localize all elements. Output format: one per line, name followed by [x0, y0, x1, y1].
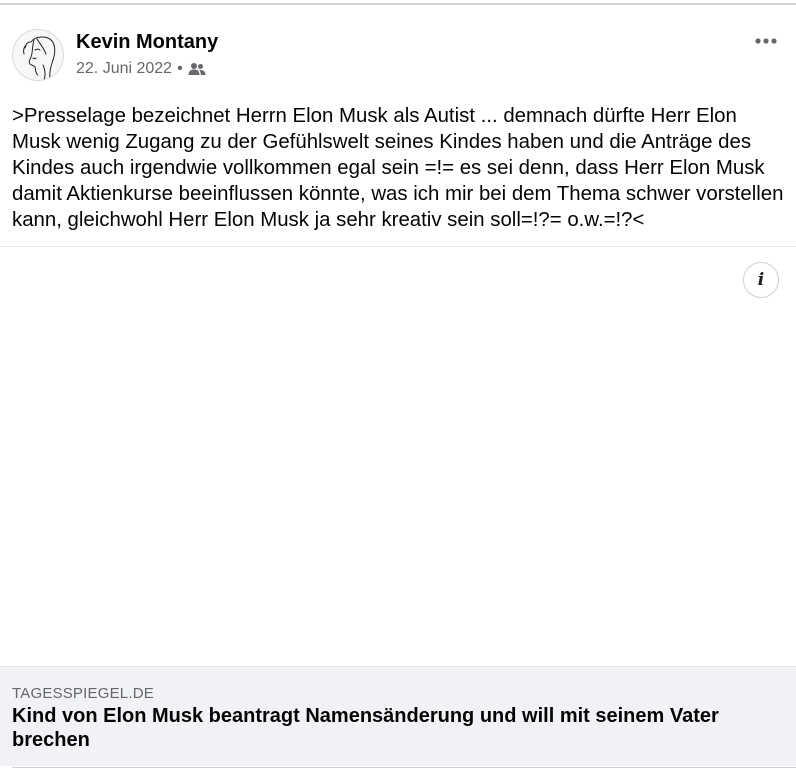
more-options-icon [755, 38, 777, 44]
link-preview-card[interactable]: TAGESSPIEGEL.DE Kind von Elon Musk beant… [0, 666, 796, 766]
top-divider [0, 3, 796, 5]
friends-icon[interactable] [188, 62, 206, 76]
info-glyph: i [757, 270, 765, 290]
link-domain: TAGESSPIEGEL.DE [12, 685, 154, 702]
link-title[interactable]: Kind von Elon Musk beantragt Namensänder… [12, 704, 752, 752]
avatar-sketch [23, 36, 56, 80]
post-meta: 22. Juni 2022 • [76, 60, 206, 78]
author-name[interactable]: Kevin Montany [76, 31, 218, 54]
post-date[interactable]: 22. Juni 2022 [76, 60, 172, 78]
meta-separator: • [177, 60, 183, 77]
bottom-divider [12, 767, 796, 768]
more-options-button[interactable] [748, 29, 784, 53]
avatar[interactable] [12, 29, 64, 81]
post-text: >Presselage bezeichnet Herrn Elon Musk a… [12, 105, 784, 231]
post-header: Kevin Montany 22. Juni 2022 • [12, 29, 784, 85]
link-preview-image[interactable] [0, 247, 796, 666]
post-card: Kevin Montany 22. Juni 2022 • >Presselag… [0, 0, 796, 770]
info-icon[interactable]: i [743, 262, 779, 298]
